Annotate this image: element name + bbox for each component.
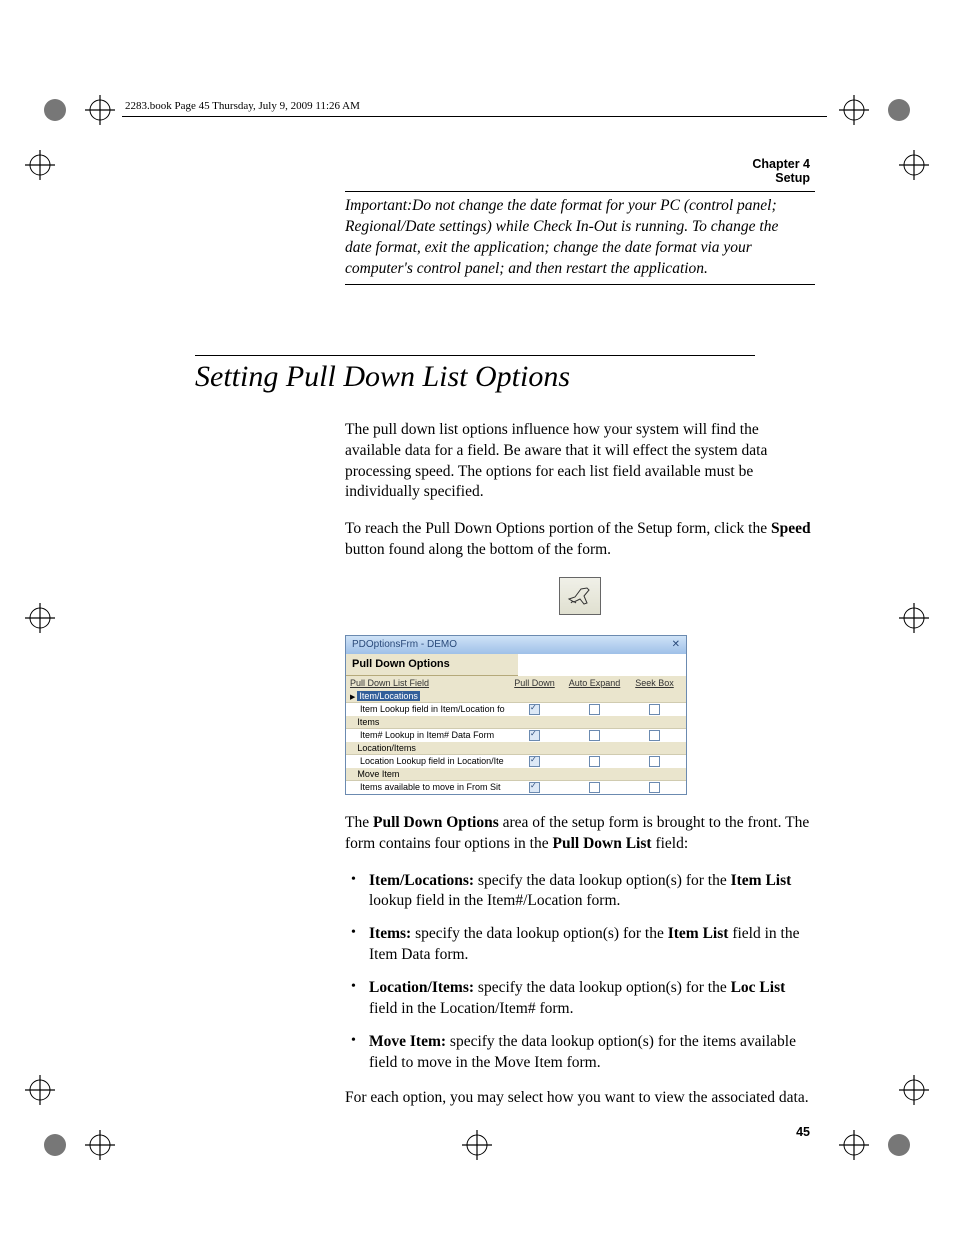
window-close-icon[interactable]: ✕ [672, 638, 680, 652]
print-mark [839, 95, 869, 125]
checkbox[interactable] [589, 704, 600, 715]
page-number: 45 [796, 1125, 810, 1139]
bullet-list: Item/Locations: specify the data lookup … [345, 871, 815, 1074]
print-mark [25, 1075, 55, 1105]
window-heading: Pull Down Options [346, 654, 518, 676]
table-group-row[interactable]: Items [346, 716, 686, 728]
book-header-line: 2283.book Page 45 Thursday, July 9, 2009… [125, 100, 830, 112]
print-mark [40, 95, 70, 125]
print-mark [85, 95, 115, 125]
table-detail-row[interactable]: Item Lookup field in Item/Location fo [346, 702, 686, 716]
checkbox[interactable] [649, 756, 660, 767]
print-mark [25, 603, 55, 633]
table-detail-row[interactable]: Location Lookup field in Location/Ite [346, 754, 686, 768]
print-mark [462, 1130, 492, 1160]
print-mark [839, 1130, 869, 1160]
section-rule [195, 355, 755, 356]
pdoptions-window: PDOptionsFrm - DEMO ✕ Pull Down Options … [345, 635, 687, 794]
list-item: Location/Items: specify the data lookup … [345, 978, 815, 1020]
table-detail-row[interactable]: Item# Lookup in Item# Data Form [346, 728, 686, 742]
checkbox[interactable] [589, 756, 600, 767]
note-rule-bot [345, 284, 815, 285]
section-title: Setting Pull Down List Options [195, 360, 830, 394]
checkbox[interactable] [649, 704, 660, 715]
chapter-block: Chapter 4 Setup [130, 157, 810, 185]
window-titlebar: PDOptionsFrm - DEMO ✕ [346, 636, 686, 654]
checkbox[interactable] [529, 730, 540, 741]
checkbox[interactable] [529, 756, 540, 767]
speed-button-icon [559, 577, 601, 615]
print-mark [884, 1130, 914, 1160]
print-mark [25, 150, 55, 180]
paragraph-2: To reach the Pull Down Options portion o… [345, 519, 815, 561]
print-mark [40, 1130, 70, 1160]
checkbox[interactable] [649, 782, 660, 793]
chapter-title: Setup [130, 171, 810, 185]
window-column-headers: Pull Down List Field Pull Down Auto Expa… [346, 676, 686, 690]
list-item: Items: specify the data lookup option(s)… [345, 924, 815, 966]
table-group-row[interactable]: Move Item [346, 768, 686, 780]
chapter-number: Chapter 4 [130, 157, 810, 171]
table-detail-row[interactable]: Items available to move in From Sit [346, 780, 686, 794]
checkbox[interactable] [589, 782, 600, 793]
table-group-row[interactable]: Location/Items [346, 742, 686, 754]
paragraph-4: For each option, you may select how you … [345, 1088, 815, 1109]
checkbox[interactable] [649, 730, 660, 741]
print-mark [899, 603, 929, 633]
paragraph-3: The Pull Down Options area of the setup … [345, 813, 815, 855]
print-mark [899, 1075, 929, 1105]
list-item: Move Item: specify the data lookup optio… [345, 1032, 815, 1074]
window-title-text: PDOptionsFrm - DEMO [352, 638, 457, 652]
paragraph-1: The pull down list options influence how… [345, 420, 815, 504]
important-note: Important:Do not change the date format … [345, 192, 805, 284]
checkbox[interactable] [589, 730, 600, 741]
print-mark [85, 1130, 115, 1160]
checkbox[interactable] [529, 782, 540, 793]
checkbox[interactable] [529, 704, 540, 715]
table-group-row[interactable]: Item/Locations [346, 690, 686, 702]
list-item: Item/Locations: specify the data lookup … [345, 871, 815, 913]
header-rule [122, 116, 827, 117]
print-mark [899, 150, 929, 180]
print-mark [884, 95, 914, 125]
